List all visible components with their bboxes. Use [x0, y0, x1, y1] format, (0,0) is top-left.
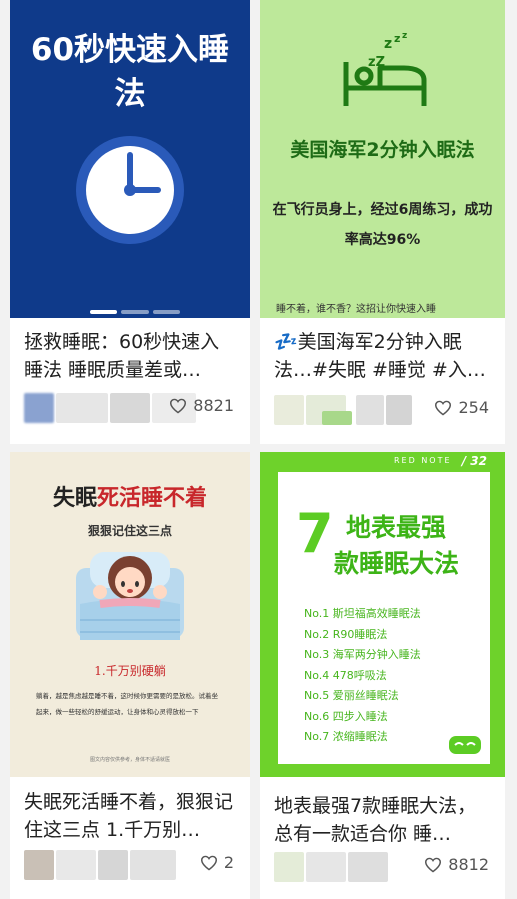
- cover-page-number: / 32: [461, 454, 487, 468]
- method-item: No.3 海军两分钟入睡法: [304, 648, 421, 661]
- cover-title: 美国海军2分钟入眠法: [290, 139, 475, 161]
- note-meta: 8812: [274, 852, 493, 882]
- cover-point-heading: 1.千万别硬躺: [94, 664, 166, 678]
- author-name-blurred-2: [348, 852, 388, 882]
- cover-image[interactable]: z z z zZ 美国海军2分钟入眠法 在飞行员身上，经过6周练习，成功率高达9…: [260, 0, 505, 318]
- cover-footer: 睡不着，谁不香？这招让你快速入睡: [276, 304, 436, 315]
- cover-title-line1: 地表最强: [346, 513, 447, 542]
- author-avatar[interactable]: [24, 850, 54, 880]
- author-avatar[interactable]: [274, 852, 304, 882]
- like-button[interactable]: 2: [200, 853, 234, 872]
- note-caption[interactable]: 💤美国海军2分钟入眠法…#失眠 #睡觉 #入…: [274, 328, 493, 384]
- like-count: 8812: [448, 855, 489, 874]
- note-meta: 254: [274, 395, 493, 425]
- cover-image[interactable]: RED NOTE / 32 7 地表最强 款睡眠大法 No.1 斯坦福高效睡眠法…: [260, 452, 505, 777]
- method-list: No.1 斯坦福高效睡眠法 No.2 R90睡眠法 No.3 海军两分钟入睡法 …: [304, 604, 421, 748]
- cover-subtitle: 狠狠记住这三点: [87, 524, 172, 538]
- heart-icon: [169, 398, 187, 414]
- author-name-blurred: [56, 393, 108, 423]
- note-caption[interactable]: 失眠死活睡不着，狠狠记住这三点 1.千万别…: [24, 788, 238, 844]
- sleeping-bed-icon: z z z zZ: [343, 32, 427, 106]
- note-meta: 2: [24, 850, 238, 880]
- author-name-blurred: [56, 850, 96, 880]
- cover-image[interactable]: 失眠死活睡不着 狠狠记住这三点 1.千万别硬躺 躺着，越是焦虑越是睡不着，这时候…: [10, 452, 250, 777]
- like-button[interactable]: 8821: [169, 396, 234, 415]
- author-name-blurred-3: [130, 850, 176, 880]
- cover-tag: RED NOTE: [394, 456, 452, 465]
- cover-background: 60秒快速入睡法: [10, 0, 250, 318]
- author-name-blurred-2: [322, 411, 352, 425]
- note-caption[interactable]: 地表最强7款睡眠大法，总有一款适合你 睡…: [274, 792, 493, 848]
- heart-icon: [200, 855, 218, 871]
- cover-title: 60秒快速入睡法: [30, 32, 230, 112]
- author-avatar[interactable]: [24, 393, 54, 423]
- method-item: No.6 四步入睡法: [304, 709, 388, 723]
- cover-background: 失眠死活睡不着 狠狠记住这三点 1.千万别硬躺 躺着，越是焦虑越是睡不着，这时候…: [10, 452, 250, 777]
- clock-icon: [76, 136, 184, 244]
- cover-subtitle: 在飞行员身上，经过6周练习，成功率高达96%: [272, 202, 493, 248]
- method-item: No.4 478呼吸法: [304, 668, 387, 682]
- author-avatar[interactable]: [274, 395, 304, 425]
- cover-image[interactable]: 60秒快速入睡法: [10, 0, 250, 318]
- note-card-navy-sleep[interactable]: z z z zZ 美国海军2分钟入眠法 在飞行员身上，经过6周练习，成功率高达9…: [260, 0, 505, 444]
- like-count: 2: [223, 853, 234, 872]
- author-name-blurred-4: [386, 395, 412, 425]
- like-button[interactable]: 254: [434, 398, 489, 417]
- cover-body: 躺着，越是焦虑越是睡不着，这时候你更需要的是放松。试着坐起来，做一些轻松的舒缓运…: [36, 692, 218, 716]
- author-name-blurred-2: [110, 393, 150, 423]
- heart-icon: [434, 400, 452, 416]
- heart-icon: [424, 857, 442, 873]
- sleepless-girl-illustration: [76, 552, 184, 640]
- sleep-mask-icon: [449, 736, 481, 754]
- note-meta: 8821: [24, 393, 238, 423]
- cover-background: RED NOTE / 32 7 地表最强 款睡眠大法 No.1 斯坦福高效睡眠法…: [260, 452, 505, 777]
- note-card-7-methods[interactable]: RED NOTE / 32 7 地表最强 款睡眠大法 No.1 斯坦福高效睡眠法…: [260, 452, 505, 899]
- note-caption[interactable]: 拯救睡眠：60秒快速入睡法 睡眠质量差或…: [24, 328, 238, 384]
- author-name-blurred-3: [356, 395, 384, 425]
- svg-text:z: z: [394, 32, 400, 45]
- note-card-60s-sleep[interactable]: 60秒快速入睡法 拯救睡眠：60秒快速入睡法 睡眠质量差或… 8821: [10, 0, 250, 444]
- like-count: 8821: [193, 396, 234, 415]
- note-feed: 60秒快速入睡法 拯救睡眠：60秒快速入睡法 睡眠质量差或… 8821 z z …: [0, 0, 517, 899]
- cover-panel: 7 地表最强 款睡眠大法 No.1 斯坦福高效睡眠法 No.2 R90睡眠法 N…: [278, 472, 490, 764]
- method-item: No.7 浓缩睡眠法: [304, 730, 388, 743]
- cover-footer: 图文内容仅供参考，身体不适请就医: [89, 757, 170, 763]
- note-card-insomnia[interactable]: 失眠死活睡不着 狠狠记住这三点 1.千万别硬躺 躺着，越是焦虑越是睡不着，这时候…: [10, 452, 250, 899]
- cover-title-line2: 款睡眠大法: [334, 549, 460, 578]
- author-name-blurred: [306, 852, 346, 882]
- svg-text:z: z: [402, 32, 407, 41]
- cover-background: z z z zZ 美国海军2分钟入眠法 在飞行员身上，经过6周练习，成功率高达9…: [260, 0, 505, 318]
- svg-text:z: z: [384, 36, 392, 52]
- author-name-blurred-2: [98, 850, 128, 880]
- cover-title: 失眠死活睡不着: [52, 485, 208, 511]
- method-item: No.1 斯坦福高效睡眠法: [304, 607, 421, 620]
- cover-number: 7: [296, 502, 334, 565]
- method-item: No.2 R90睡眠法: [304, 627, 388, 641]
- like-count: 254: [458, 398, 489, 417]
- carousel-dots: [90, 310, 180, 314]
- method-item: No.5 爱丽丝睡眠法: [304, 689, 399, 702]
- like-button[interactable]: 8812: [424, 855, 489, 874]
